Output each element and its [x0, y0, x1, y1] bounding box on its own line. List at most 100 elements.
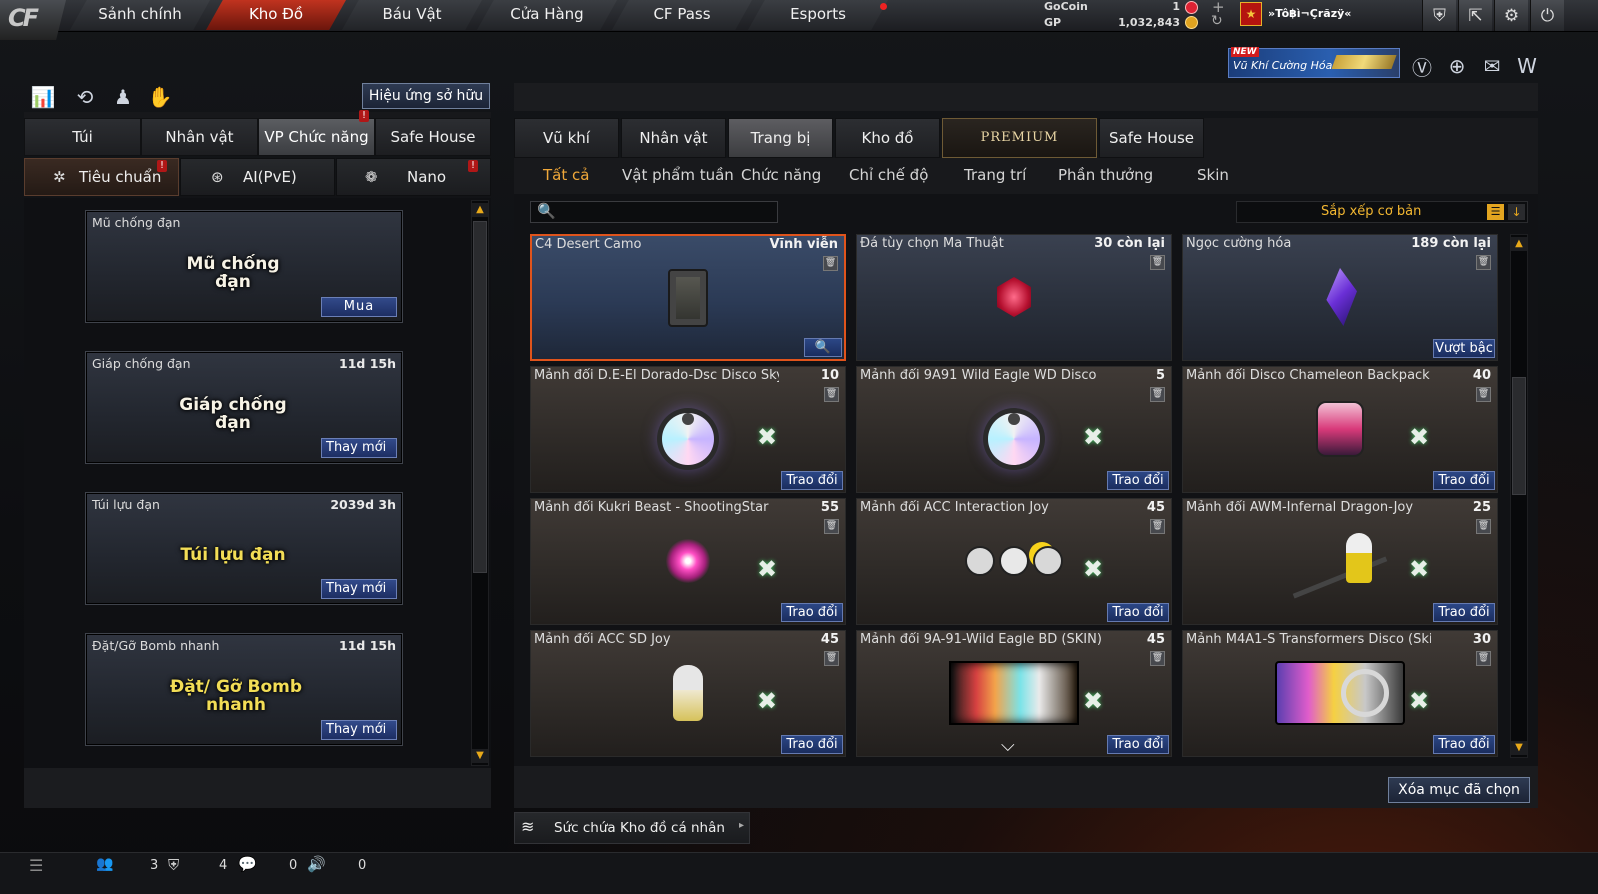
trash-icon[interactable]: 🗑: [824, 387, 839, 402]
tab-safehouse[interactable]: Safe House: [1099, 118, 1204, 158]
shield-icon[interactable]: ⛨: [1422, 0, 1456, 31]
gift-icon[interactable]: ✉: [1478, 52, 1506, 80]
exchange-button[interactable]: Trao đổi: [1433, 735, 1495, 754]
category-all[interactable]: Tất cả: [543, 166, 589, 184]
inventory-item-card[interactable]: Ngọc cường hóa 189 còn lại 🗑 Vượt bậc: [1182, 234, 1498, 361]
tab-character[interactable]: Nhân vật: [621, 118, 726, 158]
settings-gear-icon[interactable]: ⚙: [1494, 0, 1528, 31]
exchange-button[interactable]: Trao đổi: [1107, 603, 1169, 622]
subtab-ai-pve[interactable]: ⊛ AI(PvE): [180, 158, 335, 196]
left-scrollbar[interactable]: ▲ ▼: [471, 200, 489, 766]
nav-tab-lobby[interactable]: Sảnh chính: [70, 0, 210, 30]
category-mode-only[interactable]: Chỉ chế độ: [849, 166, 928, 184]
category-rewards[interactable]: Phần thưởng: [1058, 166, 1153, 184]
menu-list-icon[interactable]: ☰: [1487, 204, 1504, 220]
inventory-item-card[interactable]: Mảnh đổi AWM-Infernal Dragon-Joy 25 🗑 ✖ Trao…: [1182, 498, 1498, 625]
nav-tab-esports[interactable]: Esports: [748, 0, 888, 30]
category-weekly[interactable]: Vật phẩm tuần: [622, 166, 734, 184]
left-tab-safehouse[interactable]: Safe House: [375, 118, 491, 156]
inventory-item-card[interactable]: Mảnh đổi ACC SD Joy 45 🗑 ✖ Trao đổi: [530, 630, 846, 757]
trash-icon[interactable]: 🗑: [824, 651, 839, 666]
trash-icon[interactable]: 🗑: [1476, 255, 1491, 270]
character-icon[interactable]: ♟: [109, 83, 137, 111]
item-card-bomb-kit[interactable]: Đặt/Gỡ Bomb nhanh 11d 15h Đặt/ Gỡ Bomb n…: [85, 633, 403, 746]
nav-tab-inventory[interactable]: Kho Đồ: [206, 0, 346, 30]
item-card-grenade-bag[interactable]: Túi lựu đạn 2039d 3h Túi lựu đạn Thay mớ…: [85, 492, 403, 605]
scroll-down-icon[interactable]: ▼: [472, 749, 488, 763]
exchange-button[interactable]: Trao đổi: [1107, 471, 1169, 490]
v-badge-icon[interactable]: Ⓥ: [1408, 52, 1436, 80]
w-logo-icon[interactable]: W: [1513, 52, 1541, 80]
left-tab-functional[interactable]: VP Chức năng: [258, 118, 375, 156]
tab-equipment[interactable]: Trang bị: [728, 118, 833, 158]
nav-tab-treasure[interactable]: Báu Vật: [342, 0, 482, 30]
search-box[interactable]: 🔍: [530, 201, 778, 223]
subtab-standard[interactable]: ✲ Tiêu chuẩn: [24, 158, 179, 196]
chat-bubble-icon[interactable]: 💬: [238, 855, 257, 873]
clan-shield-icon[interactable]: ⛨: [168, 856, 179, 874]
renew-button[interactable]: Thay mới: [321, 438, 397, 458]
inventory-item-card[interactable]: Mảnh đổi Disco Chameleon Backpack 40 🗑 ✖ Tra…: [1182, 366, 1498, 493]
player-name[interactable]: »Tô฿ì¬Çrãzÿ«: [1268, 7, 1351, 20]
inventory-item-card[interactable]: Mảnh đổi D.E-El Dorado-Dsc Disco Sky 10 🗑 ✖…: [530, 366, 846, 493]
nav-tab-shop[interactable]: Cửa Hàng: [477, 0, 617, 30]
trash-icon[interactable]: 🗑: [823, 256, 838, 271]
category-decoration[interactable]: Trang trí: [964, 166, 1026, 184]
globe-icon[interactable]: ⊕: [1443, 52, 1471, 80]
scroll-thumb[interactable]: [1512, 377, 1526, 495]
hand-glove-icon[interactable]: ✋: [146, 83, 174, 111]
trash-icon[interactable]: 🗑: [1476, 651, 1491, 666]
list-menu-icon[interactable]: ☰: [29, 856, 43, 875]
renew-button[interactable]: Thay mới: [321, 720, 397, 740]
expand-arrow-icon[interactable]: ▸: [739, 820, 744, 831]
exchange-button[interactable]: Trao đổi: [781, 735, 843, 754]
scroll-down-icon[interactable]: ▼: [1511, 741, 1527, 755]
exchange-button[interactable]: Trao đổi: [1433, 471, 1495, 490]
exchange-button[interactable]: Trao đổi: [781, 471, 843, 490]
trash-icon[interactable]: 🗑: [1150, 519, 1165, 534]
buy-button[interactable]: Mua: [321, 297, 397, 317]
trash-icon[interactable]: 🗑: [1476, 519, 1491, 534]
sort-direction-icon[interactable]: ↓: [1508, 204, 1525, 220]
tab-storage[interactable]: Kho đồ: [835, 118, 940, 158]
speaker-icon[interactable]: 🔊: [307, 855, 326, 873]
left-tab-bag[interactable]: Túi: [24, 118, 141, 156]
capacity-bar[interactable]: ≋ Sức chứa Kho đồ cá nhân ▸: [514, 812, 750, 844]
ranking-icon[interactable]: 📊: [29, 83, 57, 111]
power-icon[interactable]: ⏻: [1530, 0, 1564, 31]
inventory-item-card[interactable]: Mảnh đổi ACC Interaction Joy 45 🗑 ✖ Trao đổi: [856, 498, 1172, 625]
trash-icon[interactable]: 🗑: [1150, 387, 1165, 402]
right-scrollbar[interactable]: ▲ ▼: [1510, 234, 1528, 758]
inventory-item-card[interactable]: Mảnh đổi 9A91 Wild Eagle WD Disco 5 🗑 ✖ Trao…: [856, 366, 1172, 493]
tab-premium[interactable]: PREMIUM: [942, 118, 1097, 158]
sort-dropdown[interactable]: Sắp xếp cơ bản ☰ ↓: [1236, 201, 1528, 223]
category-skin[interactable]: Skin: [1197, 166, 1229, 184]
upgrade-button[interactable]: Vượt bậc: [1433, 339, 1495, 358]
left-tab-character[interactable]: Nhân vật: [141, 118, 258, 156]
inspect-button[interactable]: 🔍: [804, 338, 842, 357]
cf-logo[interactable]: CF: [0, 0, 66, 40]
search-input[interactable]: [559, 203, 773, 221]
ownership-effect-button[interactable]: Hiệu ứng sở hữu: [362, 83, 490, 109]
promo-banner[interactable]: NEW Vũ Khí Cường Hóa: [1228, 47, 1400, 78]
inventory-item-card[interactable]: Mảnh M4A1-S Transformers Disco (Skin) 30 🗑…: [1182, 630, 1498, 757]
delete-selected-button[interactable]: Xóa mục đã chọn: [1388, 777, 1530, 803]
trash-icon[interactable]: 🗑: [1150, 255, 1165, 270]
nav-tab-cf-pass[interactable]: CF Pass: [612, 0, 752, 30]
refresh-icon[interactable]: ↻: [1211, 13, 1223, 29]
trash-icon[interactable]: 🗑: [1476, 387, 1491, 402]
inventory-item-card[interactable]: Mảnh đổi 9A-91-Wild Eagle BD (SKIN) 45 🗑 ✖ T…: [856, 630, 1172, 757]
inventory-item-card[interactable]: Đá tùy chọn Ma Thuật 30 còn lại 🗑: [856, 234, 1172, 361]
item-card-helmet[interactable]: Mũ chống đạn Mũ chống đạn Mua: [85, 210, 403, 323]
inventory-item-card[interactable]: Mảnh đổi Kukri Beast - ShootingStar 55 🗑 ✖ T…: [530, 498, 846, 625]
exit-room-icon[interactable]: ⇱: [1458, 0, 1492, 31]
exchange-button[interactable]: Trao đổi: [1433, 603, 1495, 622]
trash-icon[interactable]: 🗑: [1150, 651, 1165, 666]
scroll-up-icon[interactable]: ▲: [1511, 237, 1527, 251]
chevron-down-icon[interactable]: ⌵: [1001, 735, 1015, 756]
history-icon[interactable]: ⟲: [71, 83, 99, 111]
inventory-item-card[interactable]: C4 Desert Camo Vĩnh viễn 🗑 🔍: [530, 234, 846, 361]
exchange-button[interactable]: Trao đổi: [1107, 735, 1169, 754]
item-card-armor[interactable]: Giáp chống đạn 11d 15h Giáp chống đạn Th…: [85, 351, 403, 464]
scroll-thumb[interactable]: [473, 221, 487, 573]
